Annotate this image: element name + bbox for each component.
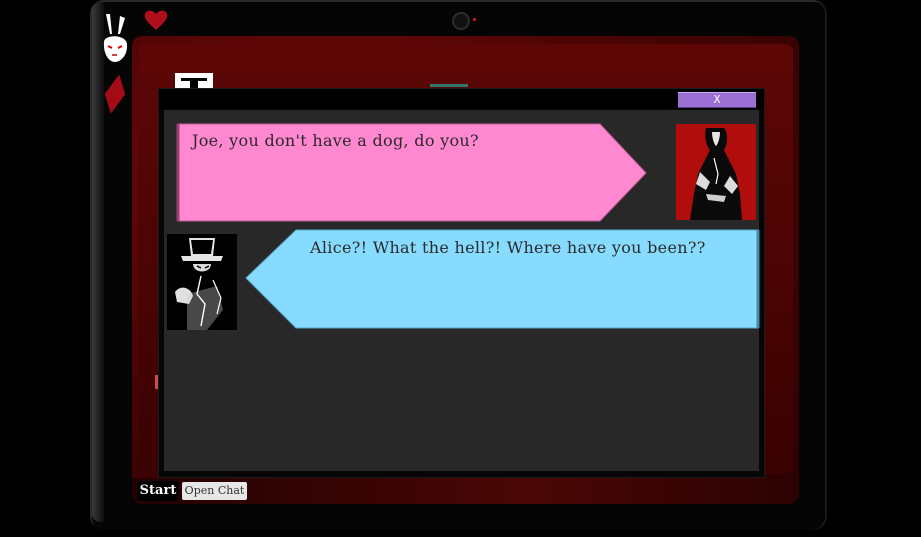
open-chat-button[interactable]: Open Chat	[182, 482, 247, 500]
start-button[interactable]: Start	[137, 481, 179, 501]
chat-titlebar: X	[159, 89, 764, 109]
camera-icon	[452, 12, 470, 30]
message-text: Alice?! What the hell?! Where have you b…	[310, 238, 706, 257]
avatar-joe	[167, 234, 237, 330]
message-text: Joe, you don't have a dog, do you?	[192, 131, 479, 150]
desktop-tag	[430, 84, 468, 87]
heart-icon	[144, 10, 168, 30]
avatar-alice	[676, 124, 756, 220]
diamond-icon	[104, 74, 126, 114]
bunny-icon	[103, 14, 128, 62]
chat-window: X Joe, you don't have a dog, do you? Ali…	[158, 88, 765, 478]
close-button[interactable]: X	[678, 92, 756, 108]
stage: X Joe, you don't have a dog, do you? Ali…	[0, 0, 921, 537]
message-bubble: Alice?! What the hell?! Where have you b…	[244, 228, 760, 330]
camera-led	[473, 18, 476, 21]
message-bubble: Joe, you don't have a dog, do you?	[176, 121, 648, 225]
chat-body[interactable]: Joe, you don't have a dog, do you? Alice…	[164, 110, 760, 471]
